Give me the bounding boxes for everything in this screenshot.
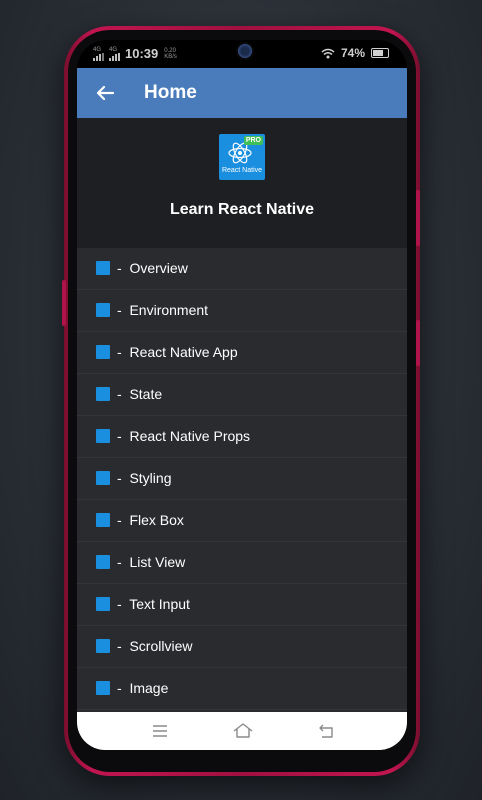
list-item-environment[interactable]: - Environment [77,290,407,332]
logo-text: React Native [221,167,263,174]
react-icon [96,555,110,569]
react-icon [96,471,110,485]
react-icon [96,597,110,611]
menu-button[interactable] [150,721,170,741]
app-header: PRO React Native Learn React Native [77,118,407,248]
network-speed-unit: KB/s [164,53,177,60]
react-icon [96,387,110,401]
back-nav-button[interactable] [317,721,337,741]
wifi-icon [321,48,335,58]
battery-icon [371,48,389,58]
arrow-left-icon [96,85,115,101]
list-item-label: - Text Input [117,596,190,612]
page-title: Home [144,82,197,103]
phone-side-button [62,280,66,326]
react-icon [96,345,110,359]
list-item-label: - Overview [117,260,188,276]
list-item-styling[interactable]: - Styling [77,458,407,500]
home-button[interactable] [232,721,253,741]
list-item-label: - React Native App [117,344,238,360]
signal-2: 4G [109,47,121,61]
react-icon [96,513,110,527]
list-item-scrollview[interactable]: - Scrollview [77,626,407,668]
phone-volume-button [416,190,420,246]
react-icon [96,261,110,275]
app-bar: Home [77,68,407,118]
react-icon [96,639,110,653]
list-item-label: - Image [117,680,169,696]
react-icon [96,681,110,695]
react-icon [96,303,110,317]
list-item-label: - React Native Props [117,428,251,444]
status-bar: 4G 4G 10:39 0.20 KB/s 74% [77,40,407,68]
signal-bars-icon [93,52,104,61]
back-button[interactable] [91,79,119,107]
list-item-list-view[interactable]: - List View [77,542,407,584]
list-item-label: - Styling [117,470,172,486]
list-item-flex-box[interactable]: - Flex Box [77,500,407,542]
pro-badge: PRO [243,136,263,145]
battery-percent: 74% [340,46,365,60]
phone-power-button [416,320,420,366]
home-icon [233,723,253,738]
list-item-state[interactable]: - State [77,374,407,416]
list-item-label: - State [117,386,163,402]
list-item-image[interactable]: - Image [77,668,407,710]
list-item-label: - Scrollview [117,638,193,654]
list-item-label: - List View [117,554,186,570]
system-nav-bar [77,712,407,750]
list-item-label: - Environment [117,302,209,318]
list-item-text-input[interactable]: - Text Input [77,584,407,626]
signal-bars-icon [109,52,120,61]
menu-icon [153,725,167,737]
app-name: Learn React Native [169,201,315,218]
list-item-react-native-app[interactable]: - React Native App [77,332,407,374]
status-time: 10:39 [125,46,159,61]
list-item-react-native-props[interactable]: - React Native Props [77,416,407,458]
react-icon [96,429,110,443]
list-item-overview[interactable]: - Overview [77,248,407,290]
front-camera [236,42,254,60]
signal-1: 4G [93,47,105,61]
list-item-label: - Flex Box [117,512,184,528]
phone-screen: 4G 4G 10:39 0.20 KB/s 74% Home PRO React… [77,40,407,750]
react-native-logo: PRO React Native [219,134,265,180]
back-icon [319,724,333,738]
topic-list: - Overview - Environment - React Native … [77,248,407,712]
network-speed: 0.20 KB/s [164,48,177,60]
